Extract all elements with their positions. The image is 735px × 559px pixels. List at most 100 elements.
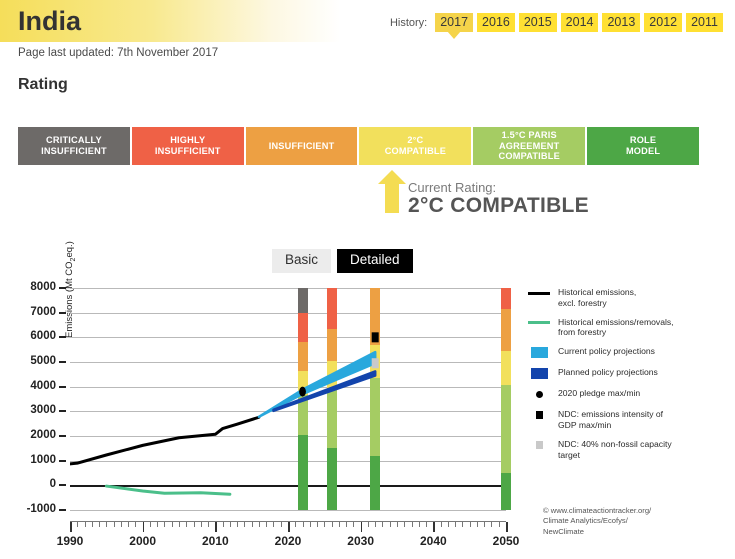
x-tick-minor [346, 522, 348, 527]
tab-detailed[interactable]: Detailed [337, 249, 413, 273]
rating-cell-2[interactable]: INSUFFICIENT [245, 127, 358, 165]
legend-item: NDC: 40% non-fossil capacity target [528, 438, 728, 461]
emissions-chart: Emissions (Mt CO2eq.) 8000 7000 6000 5000 40… [0, 241, 735, 559]
x-tick-minor [484, 522, 486, 527]
chart-credit: © www.climateactiontracker.org/ Climate … [543, 506, 652, 536]
history-year-2011[interactable]: 2011 [686, 13, 723, 33]
chart-marker [371, 332, 379, 343]
x-tick-minor [244, 522, 246, 527]
rating-heading: Rating [18, 76, 68, 93]
y-tick-mark [59, 385, 66, 388]
legend-key-line-icon [528, 316, 550, 330]
x-tick-minor [331, 522, 333, 527]
x-tick-minor [382, 522, 384, 527]
x-tick-label: 2050 [492, 534, 520, 548]
x-tick-minor [208, 522, 210, 527]
x-tick-minor [251, 522, 253, 527]
y-tick-label: 5000 [30, 355, 56, 367]
rating-cell-label: 2°C COMPATIBLE [384, 135, 447, 156]
history-year-2015[interactable]: 2015 [518, 13, 557, 33]
x-tick-major [433, 522, 435, 532]
legend-item: Historical emissions, excl. forestry [528, 286, 728, 309]
page-title: India [18, 6, 82, 36]
x-tick-minor [106, 522, 108, 527]
legend-key-square-icon [528, 408, 550, 422]
chart-plot-area: Emissions (Mt CO2eq.) 8000 7000 6000 5000 40… [27, 241, 511, 515]
x-tick-minor [179, 522, 180, 527]
legend-label: Current policy projections [558, 346, 655, 357]
chart-legend: Historical emissions, excl. forestry Hist… [528, 286, 728, 468]
rating-cell-label: ROLE MODEL [625, 135, 661, 156]
history-year-2016[interactable]: 2016 [477, 13, 515, 33]
legend-item: Current policy projections [528, 345, 728, 359]
legend-label: Historical emissions, excl. forestry [558, 287, 637, 308]
history-year-2013[interactable]: 2013 [602, 13, 641, 33]
y-tick-mark [59, 459, 66, 462]
x-tick-minor [309, 522, 311, 527]
x-tick-minor [266, 522, 268, 527]
legend-label: Historical emissions/removals, from fore… [558, 316, 674, 338]
x-tick-minor [469, 522, 471, 527]
y-tick-label: 6000 [30, 330, 56, 343]
x-tick-minor [280, 522, 282, 527]
x-tick-label: 1990 [56, 534, 84, 548]
rating-scale: CRITICALLY INSUFFICIENT HIGHLY INSUFFICIE… [18, 127, 699, 165]
x-tick-minor [237, 522, 239, 527]
rating-cell-label: CRITICALLY INSUFFICIENT [41, 135, 107, 156]
legend-label: NDC: 40% non-fossil capacity target [558, 438, 672, 460]
history-year-2012[interactable]: 2012 [644, 13, 683, 33]
x-tick-label: 2040 [419, 534, 447, 548]
y-tick-label: 7000 [30, 305, 56, 318]
x-tick-minor [476, 522, 478, 527]
x-tick-minor [353, 522, 355, 527]
rating-cell-4[interactable]: 1.5°C PARIS AGREEMENT COMPATIBLE [473, 127, 586, 165]
x-tick-minor [426, 522, 428, 527]
history-selector: History: 2017 2016 2015 2014 2013 2012 2011 [389, 13, 723, 40]
x-tick-minor [157, 522, 159, 527]
y-tick-label: 3000 [30, 404, 56, 417]
x-tick-major [506, 522, 508, 532]
series-line [70, 415, 261, 466]
y-tick-mark [59, 435, 66, 437]
x-tick-major [360, 522, 363, 532]
x-tick-label: 2030 [347, 534, 375, 548]
rating-cell-1[interactable]: HIGHLY INSUFFICIENT [131, 127, 244, 165]
x-tick-minor [440, 522, 442, 527]
history-label: History: [389, 16, 428, 29]
y-tick-mark [59, 484, 66, 487]
x-tick-minor [411, 522, 413, 527]
x-tick-minor [324, 522, 326, 527]
rating-cell-0[interactable]: CRITICALLY INSUFFICIENT [18, 127, 130, 165]
x-tick-label: 2010 [201, 534, 229, 548]
y-tick-mark [59, 509, 66, 511]
x-tick-minor [84, 522, 86, 527]
x-tick-minor [498, 522, 500, 527]
current-rating-value: 2°C COMPATIBLE [408, 194, 589, 217]
x-tick-minor [171, 522, 173, 527]
tab-basic[interactable]: Basic [272, 249, 332, 273]
x-tick-minor [462, 522, 464, 527]
x-tick-label: 2020 [274, 534, 302, 548]
x-tick-minor [397, 522, 398, 527]
x-tick-major [288, 522, 290, 532]
chart-marker [371, 358, 379, 369]
view-toggle: Basic Detailed [272, 249, 413, 273]
history-year-2017[interactable]: 2017 [435, 13, 474, 40]
y-tick-mark [59, 410, 66, 413]
x-tick-minor [338, 522, 340, 527]
chart-marker [299, 386, 306, 397]
legend-item: 2020 pledge max/min [528, 387, 728, 401]
legend-label: Planned policy projections [558, 367, 658, 378]
rating-cell-3[interactable]: 2°C COMPATIBLE [359, 127, 472, 165]
x-tick-minor [455, 522, 457, 527]
x-tick-minor [164, 522, 166, 527]
legend-key-line-icon [528, 286, 550, 300]
y-tick-mark [59, 336, 66, 339]
legend-label: 2020 pledge max/min [558, 388, 641, 399]
y-tick-mark [59, 311, 66, 314]
history-year-2014[interactable]: 2014 [560, 13, 599, 33]
y-tick-mark [59, 361, 66, 363]
x-tick-minor [193, 522, 195, 527]
rating-cell-5[interactable]: ROLE MODEL [587, 127, 699, 165]
legend-label: NDC: emissions intensity of GDP max/min [558, 409, 664, 431]
